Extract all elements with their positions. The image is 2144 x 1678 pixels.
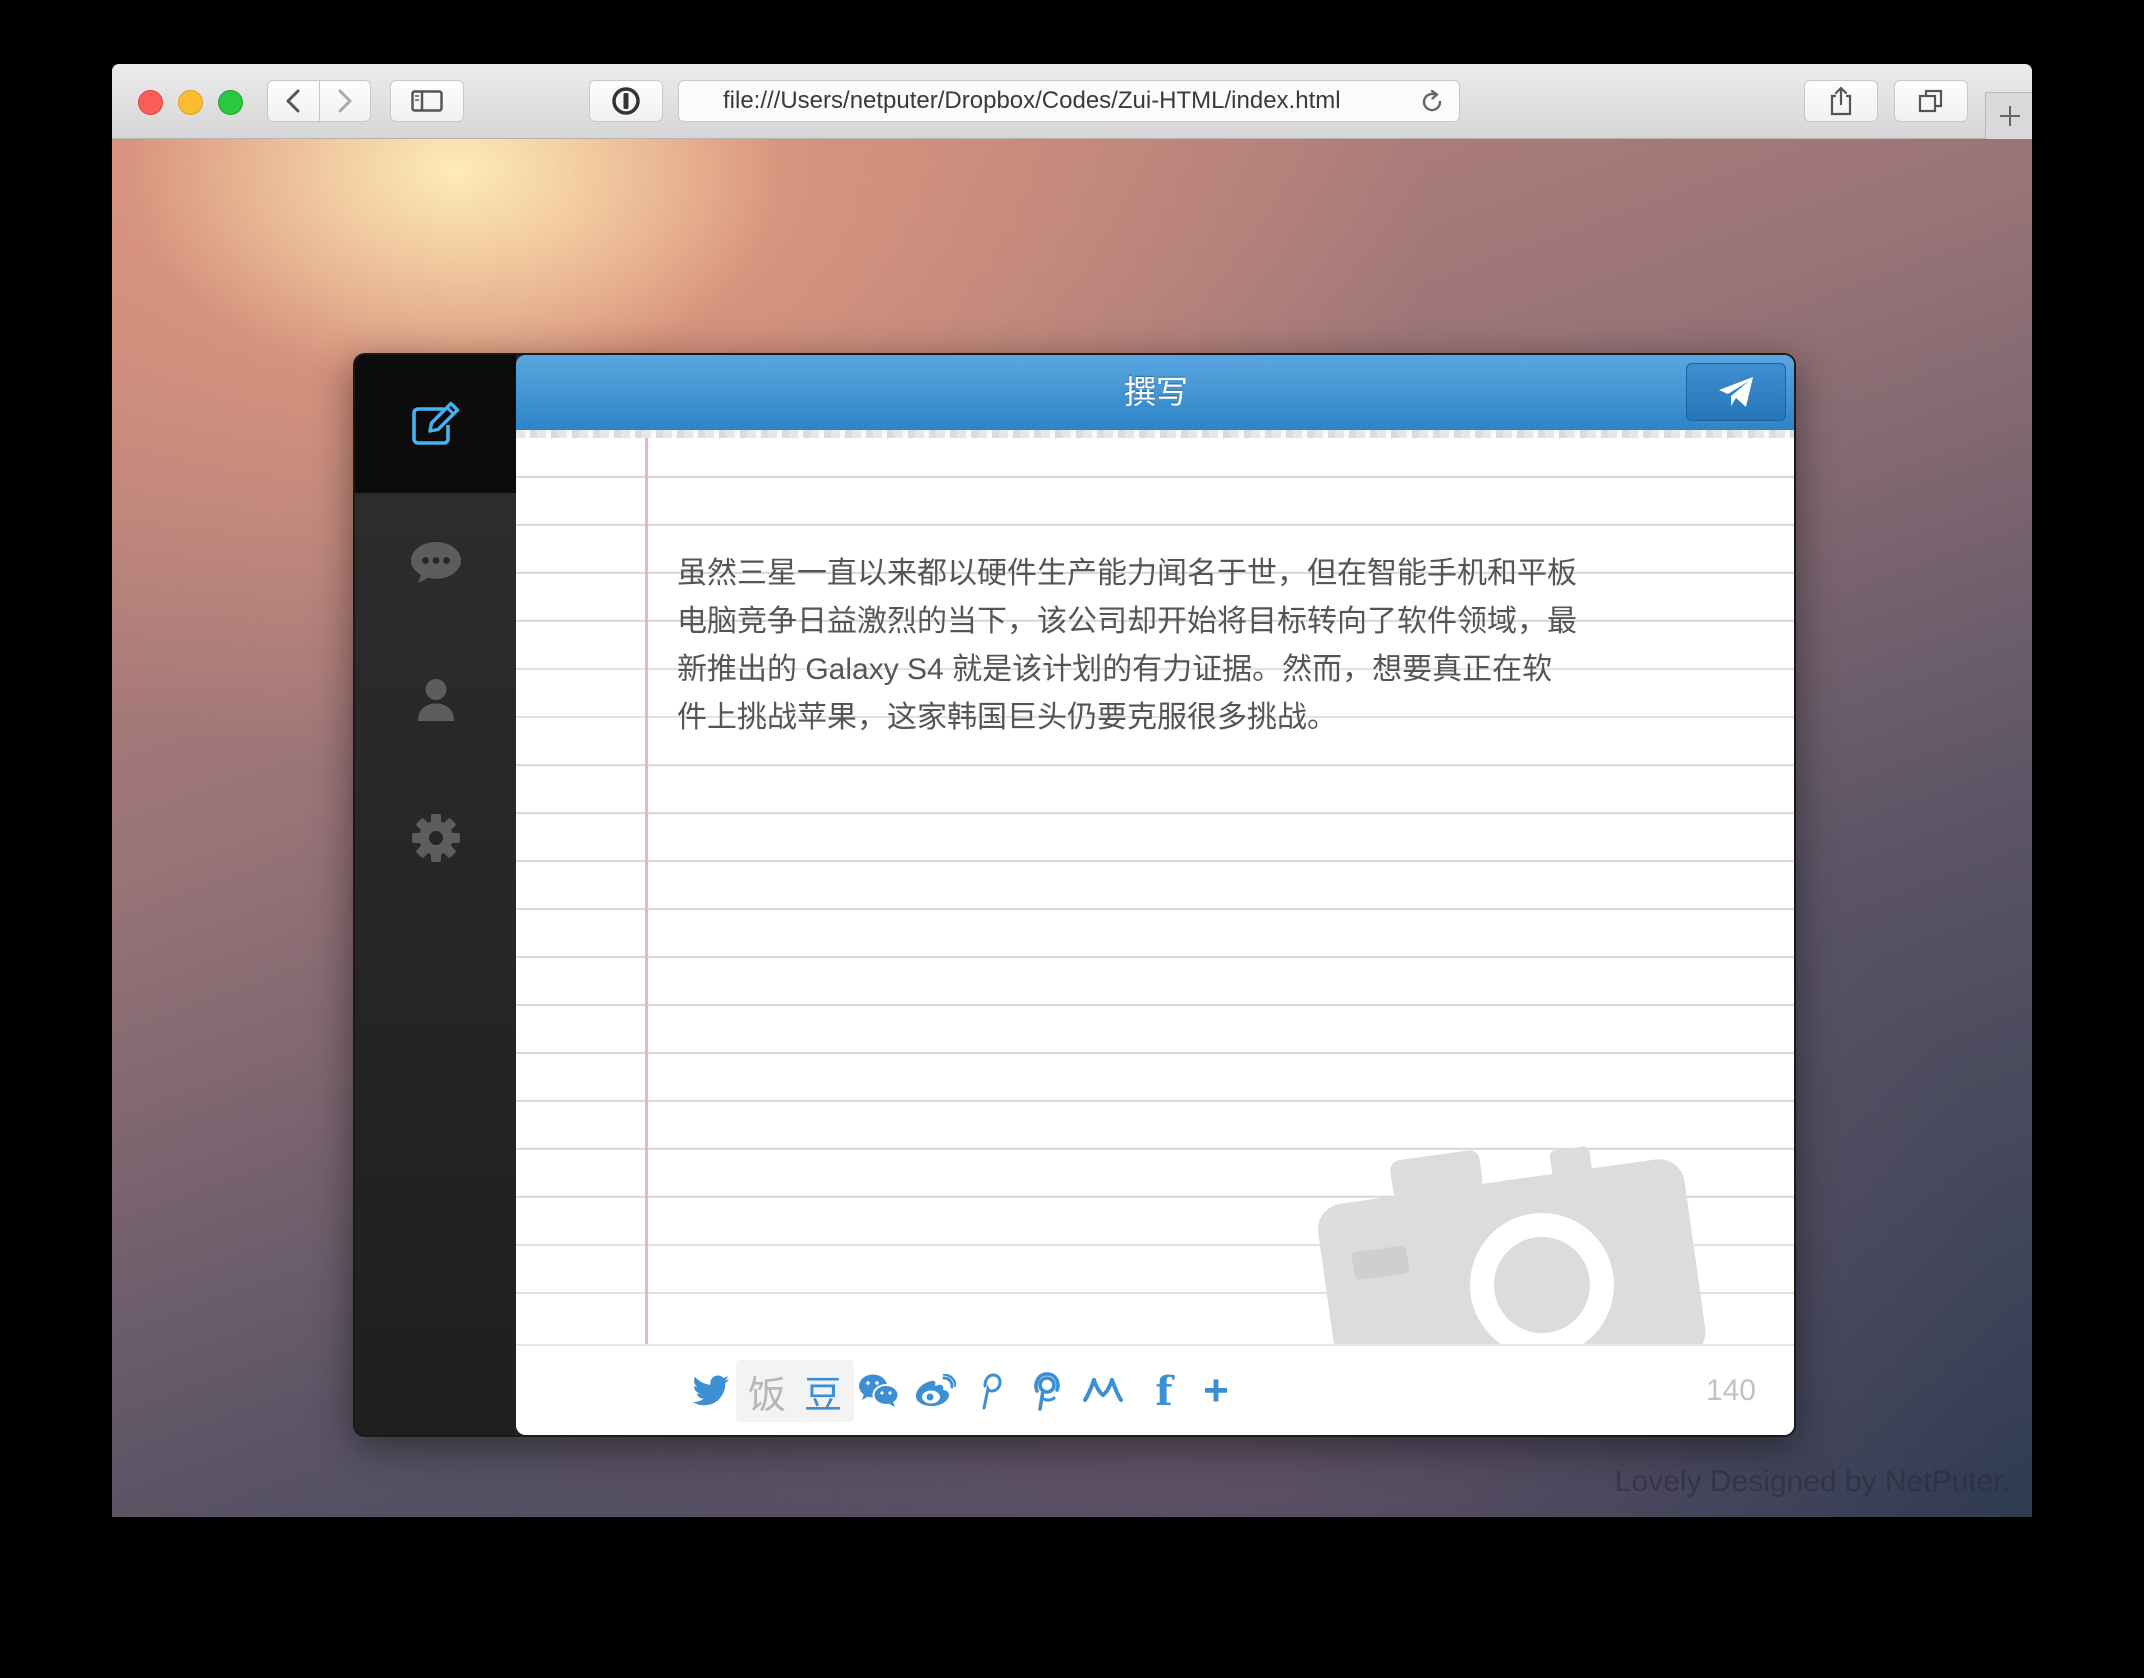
gear-icon xyxy=(411,814,460,862)
send-button[interactable] xyxy=(1686,363,1786,421)
fanfou-icon: 饭 xyxy=(747,1372,786,1417)
share-more-button[interactable]: + xyxy=(1185,1360,1247,1422)
sidebar-item-settings[interactable] xyxy=(355,769,516,907)
tabs-icon xyxy=(1918,89,1943,113)
sidebar-item-profile[interactable] xyxy=(355,631,516,769)
share-icon xyxy=(1830,86,1852,116)
camera-icon[interactable] xyxy=(1296,1135,1736,1355)
web-page: 撰写 虽然三星一直以来都以硬件生产能力闻名于世，但在智能手机和平板 电脑竞争日益… xyxy=(112,139,2032,1517)
compose-panel: 撰写 虽然三星一直以来都以硬件生产能力闻名于世，但在智能手机和平板 电脑竞争日益… xyxy=(516,355,1794,1435)
onepassword-icon xyxy=(612,87,640,115)
reload-icon[interactable] xyxy=(1419,89,1445,115)
tencent-weibo-icon xyxy=(1034,1372,1060,1411)
wechat-icon xyxy=(859,1374,900,1407)
sidebar-icon xyxy=(411,90,443,112)
page-title: 撰写 xyxy=(1123,374,1188,410)
share-pinterest-button[interactable] xyxy=(960,1360,1022,1422)
paper-plane-icon xyxy=(1719,377,1753,407)
share-wechat-button[interactable] xyxy=(848,1360,910,1422)
sidebar-item-messages[interactable] xyxy=(355,493,516,631)
close-button[interactable] xyxy=(138,90,163,115)
share-button[interactable] xyxy=(1804,80,1878,122)
browser-window: file:///Users/netputer/Dropbox/Codes/Zui… xyxy=(112,64,2032,1517)
compose-app: 撰写 虽然三星一直以来都以硬件生产能力闻名于世，但在智能手机和平板 电脑竞争日益… xyxy=(353,353,1796,1437)
sidebar-item-compose[interactable] xyxy=(355,355,516,493)
twitter-icon xyxy=(692,1375,729,1406)
share-fanfou-button[interactable]: 饭 xyxy=(736,1360,798,1422)
footer-credit: Lovely Designed by NetPuter. xyxy=(1614,1465,2010,1498)
back-button[interactable] xyxy=(268,81,319,121)
facebook-icon: f xyxy=(1155,1367,1173,1415)
forward-icon xyxy=(338,89,352,113)
paper-torn-edge xyxy=(516,430,1794,438)
douban-icon: 豆 xyxy=(803,1372,842,1417)
share-renren-button[interactable] xyxy=(1072,1360,1134,1422)
note-line: 电脑竞争日益激烈的当下，该公司却开始将目标转向了软件领域，最 xyxy=(677,605,1577,638)
chat-bubble-icon xyxy=(410,542,461,583)
new-tab-button[interactable] xyxy=(1985,92,2032,139)
margin-line xyxy=(645,430,648,1435)
note-line: 件上挑战苹果，这家韩国巨头仍要克服很多挑战。 xyxy=(677,701,1337,734)
note-textarea[interactable]: 虽然三星一直以来都以硬件生产能力闻名于世，但在智能手机和平板 电脑竞争日益激烈的… xyxy=(677,550,1677,742)
sidebar-toggle-button[interactable] xyxy=(390,80,464,122)
note-line: 虽然三星一直以来都以硬件生产能力闻名于世，但在智能手机和平板 xyxy=(677,557,1577,590)
note-line: 新推出的 Galaxy S4 就是该计划的有力证据。然而，想要真正在软 xyxy=(677,653,1553,686)
share-weibo-button[interactable] xyxy=(904,1360,966,1422)
plus-icon xyxy=(1999,106,2020,126)
address-bar[interactable]: file:///Users/netputer/Dropbox/Codes/Zui… xyxy=(678,80,1460,122)
forward-button[interactable] xyxy=(318,81,371,121)
url-text[interactable]: file:///Users/netputer/Dropbox/Codes/Zui… xyxy=(723,81,1403,121)
character-counter: 140 xyxy=(1705,1374,1756,1407)
show-tabs-button[interactable] xyxy=(1894,80,1968,122)
share-tencent-weibo-button[interactable] xyxy=(1016,1360,1078,1422)
nav-buttons xyxy=(267,80,371,122)
minimize-button[interactable] xyxy=(178,90,203,115)
weibo-icon xyxy=(916,1374,956,1406)
app-sidebar xyxy=(355,355,516,1435)
share-toolbar: 饭 豆 f + 140 xyxy=(516,1346,1794,1435)
password-manager-button[interactable] xyxy=(589,80,663,122)
user-icon xyxy=(417,679,454,721)
zoom-button[interactable] xyxy=(218,90,243,115)
title-bar: file:///Users/netputer/Dropbox/Codes/Zui… xyxy=(112,64,2032,139)
share-twitter-button[interactable] xyxy=(680,1360,742,1422)
share-douban-button[interactable]: 豆 xyxy=(792,1360,854,1422)
renren-icon xyxy=(1083,1378,1123,1402)
app-header: 撰写 xyxy=(516,355,1794,431)
plus-icon: + xyxy=(1203,1366,1229,1415)
edit-icon xyxy=(411,401,459,445)
pinterest-icon xyxy=(982,1373,1002,1410)
back-icon xyxy=(286,89,300,113)
